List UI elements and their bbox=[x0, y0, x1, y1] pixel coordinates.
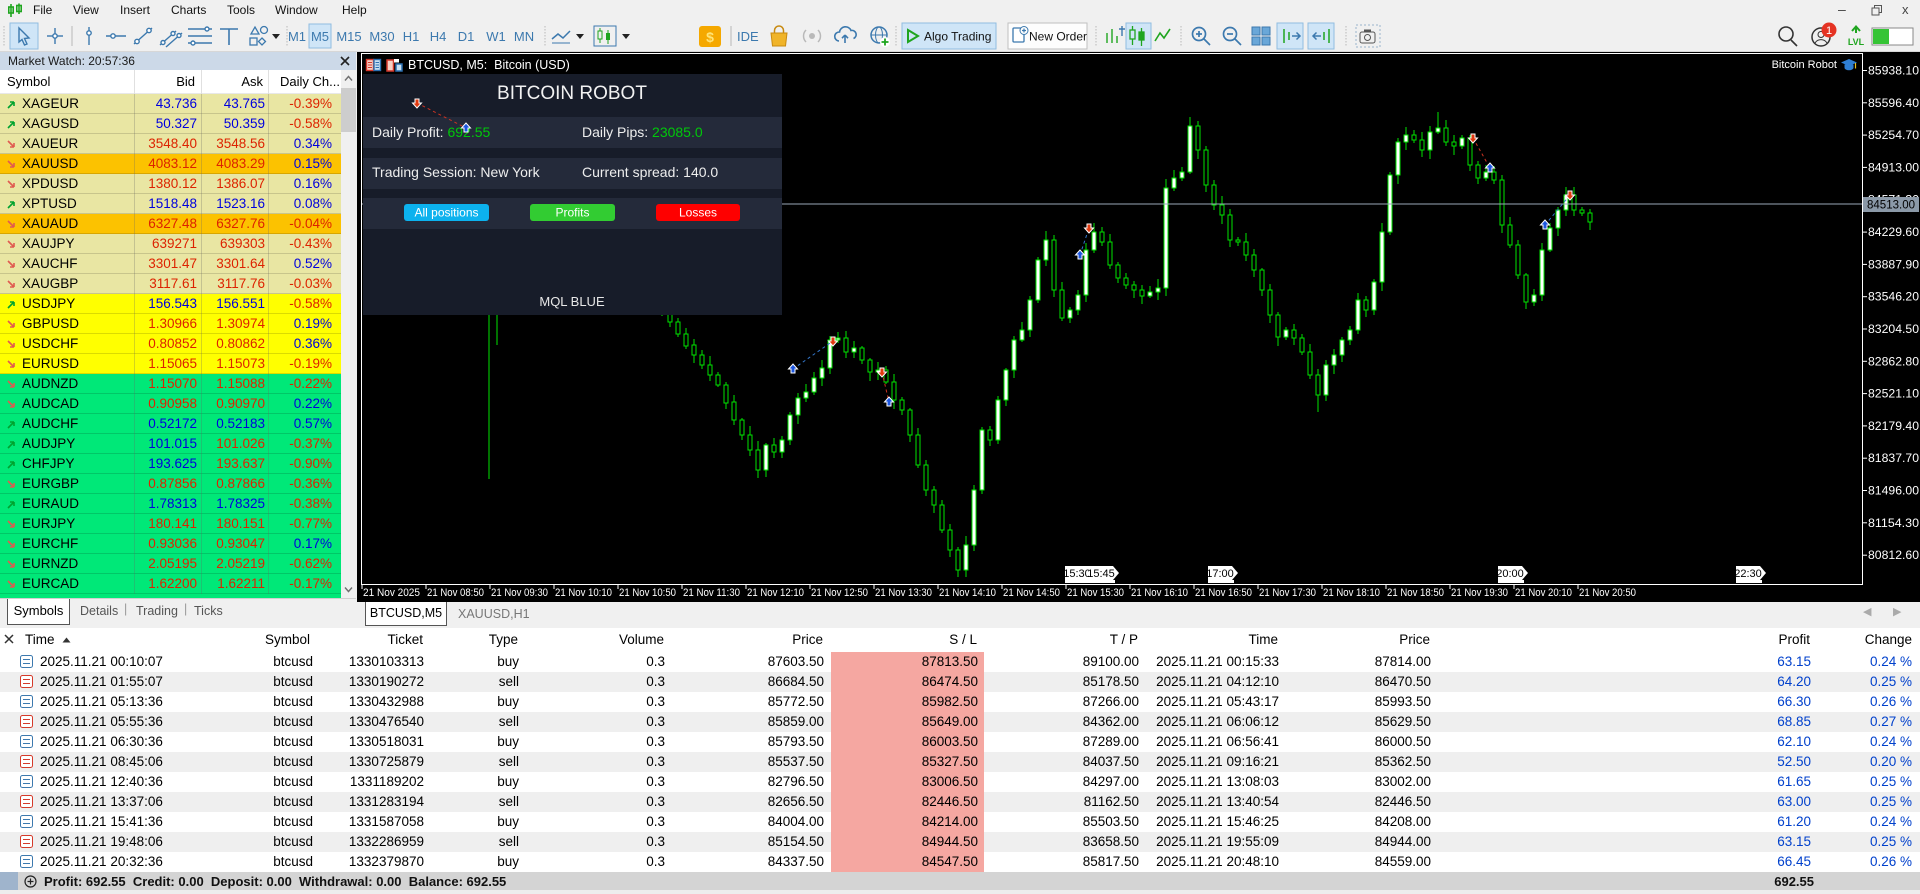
svg-text:Daily Profit: 692.55: Daily Profit: 692.55 bbox=[372, 124, 491, 140]
svg-text:21 Nov 18:50: 21 Nov 18:50 bbox=[1387, 587, 1444, 599]
svg-text:21 Nov 2025: 21 Nov 2025 bbox=[363, 587, 420, 599]
svg-text:82862.80: 82862.80 bbox=[1868, 356, 1919, 368]
svg-text:21 Nov 16:10: 21 Nov 16:10 bbox=[1131, 587, 1188, 599]
svg-text:21 Nov 20:10: 21 Nov 20:10 bbox=[1515, 587, 1572, 599]
svg-text:BITCOIN ROBOT: BITCOIN ROBOT bbox=[497, 83, 647, 104]
svg-text:Algo Trading: Algo Trading bbox=[924, 30, 991, 44]
svg-text:21 Nov 12:10: 21 Nov 12:10 bbox=[747, 587, 804, 599]
svg-text:21 Nov 11:30: 21 Nov 11:30 bbox=[683, 587, 740, 599]
svg-text:MQL BLUE: MQL BLUE bbox=[539, 294, 605, 309]
svg-text:21 Nov 18:10: 21 Nov 18:10 bbox=[1323, 587, 1380, 599]
svg-text:21 Nov 19:30: 21 Nov 19:30 bbox=[1451, 587, 1508, 599]
svg-text:83887.90: 83887.90 bbox=[1868, 259, 1919, 271]
svg-text:21 Nov 13:30: 21 Nov 13:30 bbox=[875, 587, 932, 599]
svg-text:BTCUSD, M5: Bitcoin (USD): BTCUSD, M5: Bitcoin (USD) bbox=[408, 58, 570, 72]
svg-text:81496.00: 81496.00 bbox=[1868, 486, 1919, 498]
svg-text:85254.70: 85254.70 bbox=[1868, 130, 1919, 142]
svg-text:M1: M1 bbox=[288, 29, 306, 44]
svg-text:85938.10: 85938.10 bbox=[1868, 66, 1919, 78]
svg-text:21 Nov 16:50: 21 Nov 16:50 bbox=[1195, 587, 1252, 599]
svg-text:15:45: 15:45 bbox=[1087, 568, 1115, 580]
svg-text:LVL: LVL bbox=[1848, 37, 1865, 47]
svg-text:81837.70: 81837.70 bbox=[1868, 453, 1919, 465]
svg-text:20:00: 20:00 bbox=[1496, 568, 1524, 580]
svg-text:84913.00: 84913.00 bbox=[1868, 162, 1919, 174]
svg-text:80812.60: 80812.60 bbox=[1868, 550, 1919, 562]
svg-text:W1: W1 bbox=[486, 29, 506, 44]
svg-text:$: $ bbox=[706, 29, 714, 45]
svg-text:81154.30: 81154.30 bbox=[1868, 518, 1919, 530]
svg-text:21 Nov 10:10: 21 Nov 10:10 bbox=[555, 587, 612, 599]
svg-text:21 Nov 17:30: 21 Nov 17:30 bbox=[1259, 587, 1316, 599]
svg-text:Bitcoin Robot: Bitcoin Robot bbox=[1772, 59, 1837, 71]
svg-text:M15: M15 bbox=[336, 29, 361, 44]
svg-text:Losses: Losses bbox=[679, 206, 717, 220]
svg-text:H1: H1 bbox=[403, 29, 420, 44]
svg-text:21 Nov 12:50: 21 Nov 12:50 bbox=[811, 587, 868, 599]
svg-text:21 Nov 10:50: 21 Nov 10:50 bbox=[619, 587, 676, 599]
svg-text:21 Nov 08:50: 21 Nov 08:50 bbox=[427, 587, 484, 599]
svg-text:17:00: 17:00 bbox=[1206, 568, 1234, 580]
svg-text:83546.20: 83546.20 bbox=[1868, 292, 1919, 304]
svg-text:21 Nov 14:10: 21 Nov 14:10 bbox=[939, 587, 996, 599]
svg-text:New Order: New Order bbox=[1029, 30, 1087, 44]
svg-text:85596.40: 85596.40 bbox=[1868, 98, 1919, 110]
svg-text:21 Nov 15:30: 21 Nov 15:30 bbox=[1067, 587, 1124, 599]
svg-text:M5: M5 bbox=[311, 29, 329, 44]
svg-text:All positions: All positions bbox=[414, 206, 478, 220]
svg-text:83204.50: 83204.50 bbox=[1868, 324, 1919, 336]
svg-text:21 Nov 14:50: 21 Nov 14:50 bbox=[1003, 587, 1060, 599]
svg-text:21 Nov 09:30: 21 Nov 09:30 bbox=[491, 587, 548, 599]
svg-text:H4: H4 bbox=[430, 29, 447, 44]
svg-text:22:30: 22:30 bbox=[1734, 568, 1762, 580]
svg-text:84229.60: 84229.60 bbox=[1868, 227, 1919, 239]
svg-text:1: 1 bbox=[1826, 25, 1832, 37]
svg-text:84513.00: 84513.00 bbox=[1867, 200, 1915, 212]
svg-text:82179.40: 82179.40 bbox=[1868, 421, 1919, 433]
svg-text:Daily Pips: 23085.0: Daily Pips: 23085.0 bbox=[582, 124, 703, 140]
svg-text:Profits: Profits bbox=[555, 206, 589, 220]
svg-text:D1: D1 bbox=[458, 29, 475, 44]
svg-text:MN: MN bbox=[514, 29, 534, 44]
svg-text:Current spread: 140.0: Current spread: 140.0 bbox=[582, 164, 718, 180]
svg-text:M30: M30 bbox=[369, 29, 394, 44]
svg-text:21 Nov 20:50: 21 Nov 20:50 bbox=[1579, 587, 1636, 599]
svg-text:Trading Session: New York: Trading Session: New York bbox=[372, 164, 541, 180]
svg-text:82521.10: 82521.10 bbox=[1868, 389, 1919, 401]
svg-text:IDE: IDE bbox=[737, 29, 759, 44]
